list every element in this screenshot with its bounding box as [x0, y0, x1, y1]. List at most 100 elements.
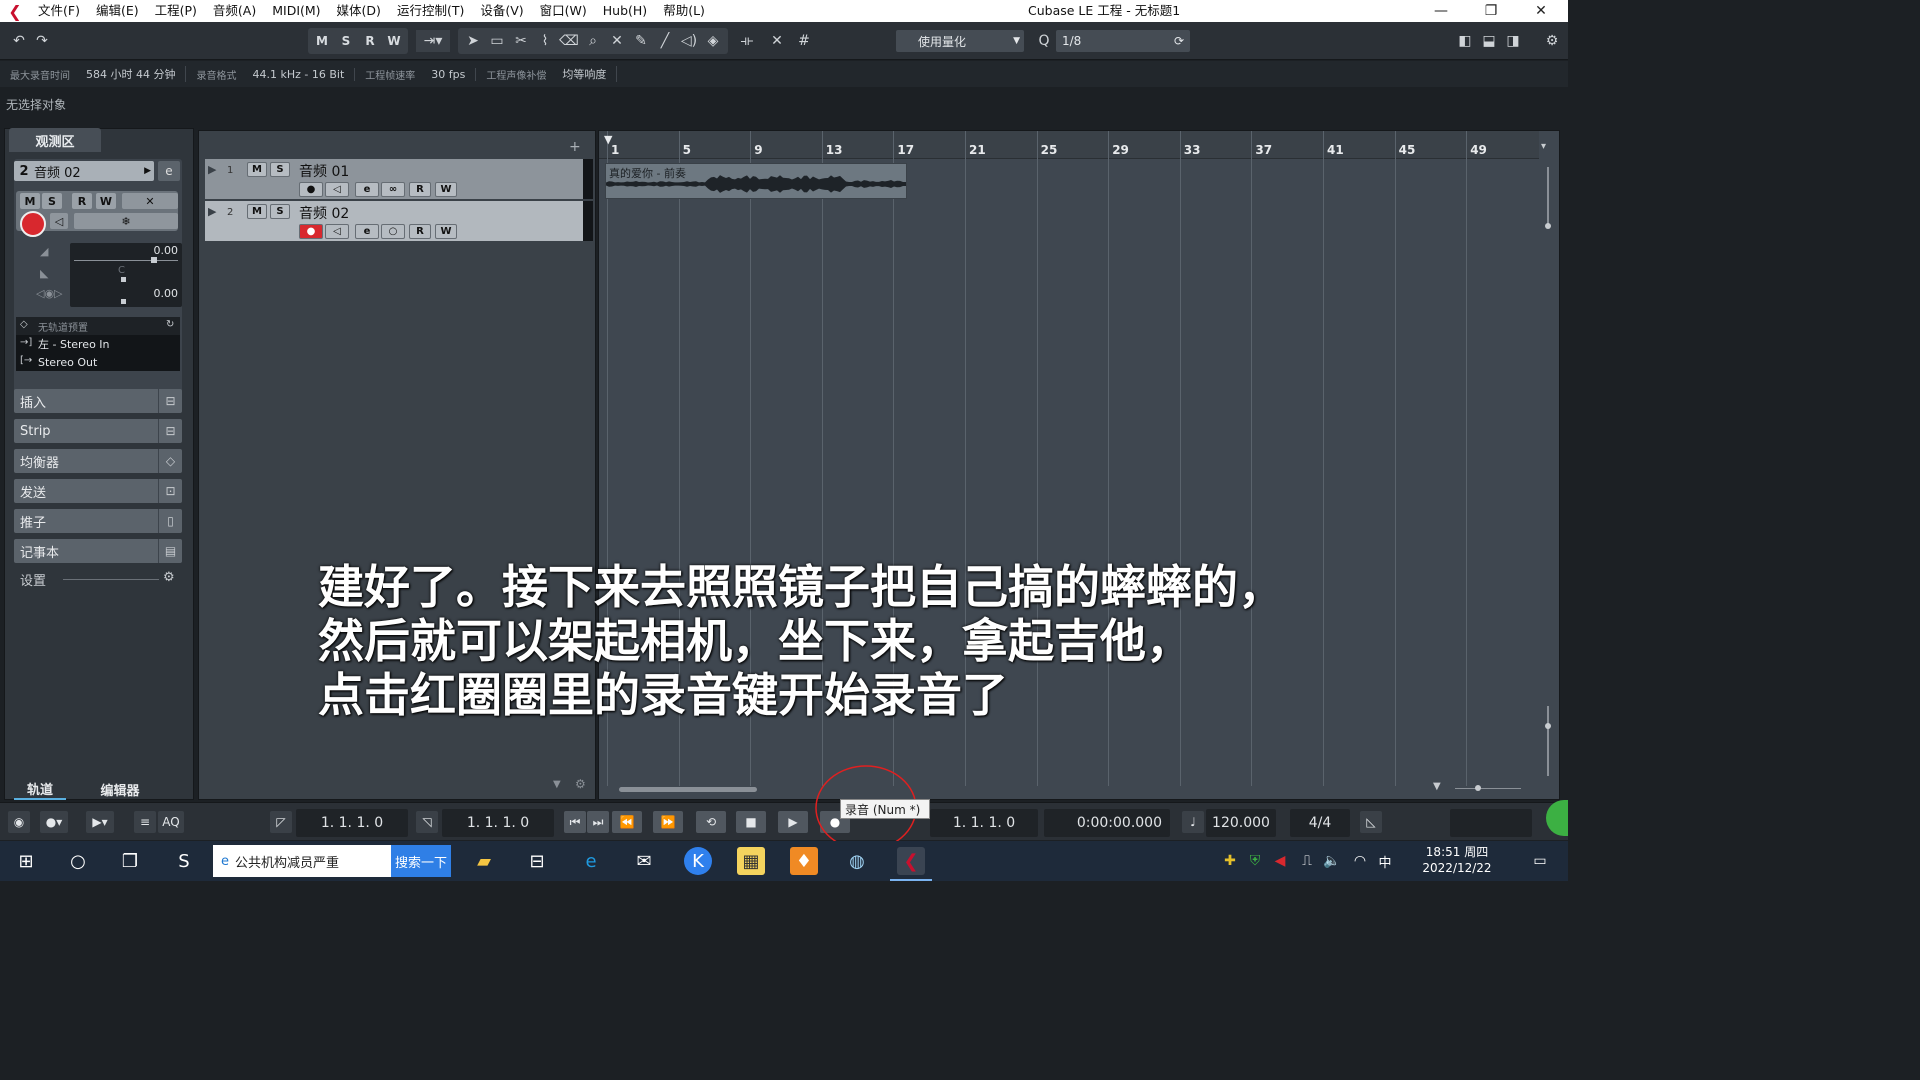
vertical-zoom-slider[interactable]	[1547, 167, 1549, 227]
taskbar-clock[interactable]: 18:51 周四 2022/12/22	[1412, 844, 1502, 876]
autoscroll-icon[interactable]: ⇥▾	[416, 30, 450, 52]
taskbar-search-button[interactable]: 搜索一下	[391, 845, 451, 877]
horizontal-scrollbar[interactable]	[619, 787, 757, 792]
erase-icon[interactable]: ⌫	[558, 30, 580, 52]
speaker-icon[interactable]: ◁)	[678, 30, 700, 52]
tracklist-settings-icon[interactable]: ⚙	[575, 777, 586, 791]
ruler[interactable]: 1 5 9 13 17 21 25 29 33 37 41 45 49	[599, 131, 1539, 159]
tab-tracks[interactable]: 轨道	[14, 778, 66, 800]
tray-app-icon[interactable]: ✚	[1216, 847, 1244, 875]
cycle-mode-icon[interactable]: ▶▾	[86, 811, 114, 833]
inspector-section-inserts[interactable]: 插入 ⊟	[14, 389, 182, 413]
app-k-icon[interactable]: K	[684, 847, 712, 875]
edge-icon[interactable]: e	[577, 847, 605, 875]
inspector-record-enable-button[interactable]	[20, 211, 46, 237]
toolbar-mute-button[interactable]: M	[311, 30, 333, 52]
track-read-button[interactable]: R	[409, 182, 431, 197]
inspector-bypass-icon[interactable]: ✕	[122, 193, 178, 209]
snap-icon[interactable]: ⟛	[736, 30, 758, 52]
minimize-button[interactable]: —	[1418, 0, 1464, 22]
close-button[interactable]: ✕	[1518, 0, 1564, 22]
toolbar-write-button[interactable]: W	[383, 30, 405, 52]
record-mode-icon[interactable]: ●▾	[40, 811, 68, 833]
metronome-icon[interactable]: ◉	[8, 811, 30, 833]
playhead-icon[interactable]: ▼	[604, 133, 612, 146]
left-locator-field[interactable]: 1. 1. 1. 0	[296, 809, 408, 837]
inspector-section-strip[interactable]: Strip ⊟	[14, 419, 182, 443]
track-row[interactable]: ▶ 2 M S 音频 02 ● ◁ e ○ R W	[205, 201, 593, 241]
pan-law-value[interactable]: 均等响度	[562, 66, 618, 82]
inspector-monitor-icon[interactable]: ◁	[50, 213, 68, 229]
mail-icon[interactable]: ✉	[630, 847, 658, 875]
go-to-start-icon[interactable]: ⏮	[564, 811, 586, 833]
color-icon[interactable]: ◈	[702, 30, 724, 52]
pan-slider-handle[interactable]	[121, 277, 126, 282]
play-icon[interactable]: ▶	[778, 811, 808, 833]
track-read-button[interactable]: R	[409, 224, 431, 239]
gear-icon[interactable]: ⚙	[1541, 30, 1563, 52]
inspector-section-fader[interactable]: 推子 ▯	[14, 509, 182, 533]
volume-value[interactable]: 0.00	[154, 244, 179, 257]
track-monitor-icon[interactable]: ◁	[325, 224, 349, 239]
menu-file[interactable]: 文件(F)	[30, 0, 88, 22]
toolbar-solo-button[interactable]: S	[335, 30, 357, 52]
track-edit-icon[interactable]: e	[355, 224, 379, 239]
add-track-icon[interactable]: +	[569, 139, 581, 155]
volume-slider-handle[interactable]	[151, 257, 157, 263]
undo-icon[interactable]: ↶	[8, 30, 30, 52]
inspector-write-button[interactable]: W	[96, 193, 116, 209]
track-row[interactable]: ▶ 1 M S 音频 01 ● ◁ e ∞ R W	[205, 159, 593, 199]
track-freeze-icon[interactable]: ○	[381, 224, 405, 239]
stop-icon[interactable]: ■	[736, 811, 766, 833]
taskbar-search-field[interactable]: e 公共机构减员严重	[213, 845, 391, 877]
delay-slider-handle[interactable]	[121, 299, 126, 304]
menu-media[interactable]: 媒体(D)	[329, 0, 389, 22]
inspector-read-button[interactable]: R	[72, 193, 92, 209]
object-select-icon[interactable]: ➤	[462, 30, 484, 52]
usb-icon[interactable]: ⎍	[1293, 847, 1321, 875]
inspector-solo-button[interactable]: S	[42, 193, 62, 209]
store-icon[interactable]: ⊟	[523, 847, 551, 875]
split-icon[interactable]: ✂	[510, 30, 532, 52]
quantize-icon[interactable]: Q	[1033, 30, 1055, 52]
time-signature-field[interactable]: 4/4	[1290, 809, 1350, 837]
cortana-icon[interactable]: ○	[64, 847, 92, 875]
track-name[interactable]: 音频 02	[299, 203, 349, 223]
quantize-mode-select[interactable]: 使用量化 ▼	[896, 30, 1024, 52]
paint-icon[interactable]: ◍	[843, 847, 871, 875]
auto-quantize-button[interactable]: AQ	[158, 811, 184, 833]
app-orange-icon[interactable]: ♦	[790, 847, 818, 875]
right-locator-field[interactable]: 1. 1. 1. 0	[442, 809, 554, 837]
inspector-track-header[interactable]: 2 音频 02 ▶	[14, 161, 154, 181]
track-monitor-icon[interactable]: ◁	[325, 182, 349, 197]
inspector-section-sends[interactable]: 发送 ⊡	[14, 479, 182, 503]
position-bars-field[interactable]: 1. 1. 1. 0	[930, 809, 1038, 837]
inspector-freeze-icon[interactable]: ❄	[74, 213, 178, 229]
line-icon[interactable]: ╱	[654, 30, 676, 52]
volume-slider[interactable]	[74, 260, 178, 261]
output-routing-field[interactable]: Stereo Out	[16, 353, 180, 371]
glue-icon[interactable]: ⌇	[534, 30, 556, 52]
tempo-track-icon[interactable]: ♩	[1182, 811, 1204, 833]
track-name[interactable]: 音频 01	[299, 161, 349, 181]
zoom-icon[interactable]: ⌕	[582, 30, 604, 52]
click-icon[interactable]: ◺	[1360, 811, 1382, 833]
right-locator-icon[interactable]: ◹	[416, 811, 438, 833]
wifi-icon[interactable]: ◠	[1346, 847, 1374, 875]
menu-project[interactable]: 工程(P)	[147, 0, 205, 22]
auto-quantize-list-icon[interactable]: ≡	[134, 811, 156, 833]
cycle-icon[interactable]: ⟲	[696, 811, 726, 833]
volume-tray-icon[interactable]: 🔈	[1318, 847, 1346, 875]
go-to-end-icon[interactable]: ⏭	[587, 811, 609, 833]
layout-left-icon[interactable]: ◧	[1454, 30, 1476, 52]
menu-transport[interactable]: 运行控制(T)	[389, 0, 472, 22]
track-edit-icon[interactable]: e	[355, 182, 379, 197]
chevron-down-icon[interactable]: ▼	[553, 779, 561, 790]
expand-icon[interactable]: ▶	[208, 163, 216, 176]
menu-midi[interactable]: MIDI(M)	[264, 0, 328, 22]
track-record-button[interactable]: ●	[299, 224, 323, 239]
range-icon[interactable]: ▭	[486, 30, 508, 52]
track-write-button[interactable]: W	[435, 224, 457, 239]
horizontal-zoom-handle[interactable]	[1475, 785, 1481, 791]
inspector-section-eq[interactable]: 均衡器 ◇	[14, 449, 182, 473]
